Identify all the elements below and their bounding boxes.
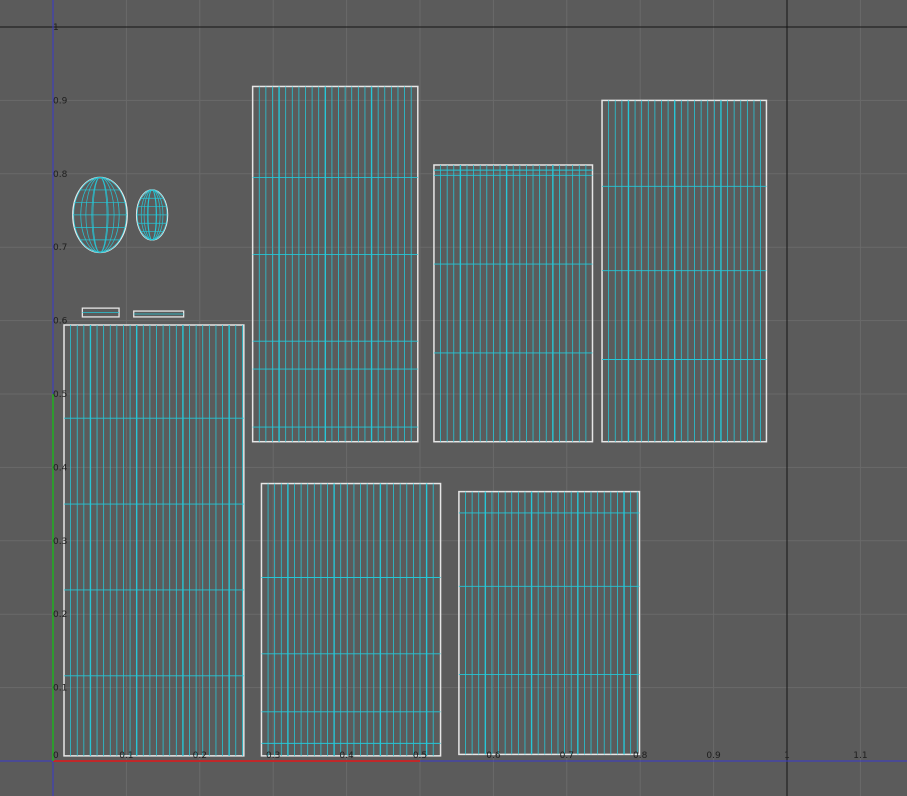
v-tick-label: 0.6 <box>53 317 68 327</box>
uv-shell-strip-2[interactable] <box>133 310 185 318</box>
uv-shell-2[interactable] <box>251 85 419 443</box>
uv-shell-ellipse-large[interactable] <box>72 176 128 254</box>
v-tick-label: 0.2 <box>53 610 67 620</box>
uv-shell-6[interactable] <box>458 490 641 756</box>
v-tick-label: 0.5 <box>53 390 67 400</box>
u-tick-label: 0.1 <box>119 751 133 761</box>
u-tick-label: 0.8 <box>633 751 648 761</box>
v-tick-label: 0.4 <box>53 463 68 473</box>
uv-shell-strip-1[interactable] <box>81 307 120 318</box>
u-tick-label: 1 <box>784 751 790 761</box>
uv-shells[interactable] <box>63 85 768 757</box>
u-tick-label: 0.4 <box>339 751 354 761</box>
u-tick-label: 0.2 <box>193 751 207 761</box>
uv-shell-border <box>251 85 419 443</box>
v-tick-label: 0.3 <box>53 537 67 547</box>
uv-shell-ellipse-small[interactable] <box>135 189 169 241</box>
u-tick-label: 0.3 <box>266 751 280 761</box>
u-tick-label: 0.6 <box>486 751 501 761</box>
v-tick-label: 1 <box>53 23 59 33</box>
v-tick-label: 0.8 <box>53 170 68 180</box>
v-tick-label: 0.7 <box>53 243 67 253</box>
v-tick-label: 0.9 <box>53 96 68 106</box>
uv-canvas[interactable]: 0 0.1 0.2 0.3 0.4 0.5 0.6 0.7 0.8 0.9 1 1.1 1 0.9 0.8 0… <box>0 0 907 796</box>
u-tick-label: 0.7 <box>560 751 574 761</box>
uv-shell-5[interactable] <box>260 482 442 757</box>
uv-shell-4[interactable] <box>601 99 768 443</box>
u-tick-label: 0 <box>53 751 59 761</box>
uv-shell-3[interactable] <box>433 164 594 443</box>
v-tick-label: 0.1 <box>53 684 67 694</box>
u-tick-label: 1.1 <box>853 751 867 761</box>
uv-editor-viewport[interactable]: 0 0.1 0.2 0.3 0.4 0.5 0.6 0.7 0.8 0.9 1 1.1 1 0.9 0.8 0… <box>0 0 907 796</box>
u-tick-label: 0.5 <box>413 751 427 761</box>
u-tick-label: 0.9 <box>706 751 721 761</box>
